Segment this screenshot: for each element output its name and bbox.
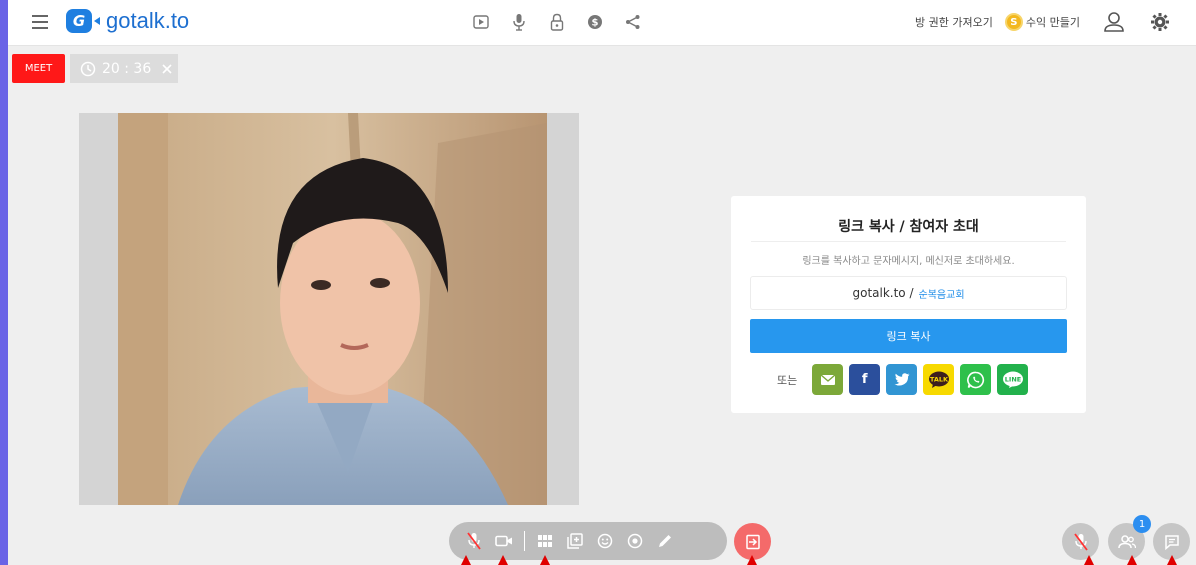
facebook-share-button[interactable]: f — [849, 364, 881, 395]
link-room-name: 순복음교회 — [918, 289, 965, 301]
camera-button[interactable] — [489, 526, 519, 556]
whatsapp-icon — [966, 371, 984, 388]
svg-text:$: $ — [592, 18, 599, 29]
close-icon[interactable] — [161, 63, 173, 75]
gear-icon[interactable] — [1148, 10, 1172, 34]
grid-layout-button[interactable] — [530, 526, 560, 556]
pen-icon — [659, 535, 671, 547]
room-link-field[interactable]: gotalk.to / 순복음교회 — [750, 276, 1067, 310]
participant-count-badge: 1 — [1133, 515, 1151, 533]
annotation-arrow — [746, 555, 758, 565]
invite-card: 링크 복사 / 참여자 초대 링크를 복사하고 문자메시지, 메신저로 초대하세… — [731, 196, 1086, 413]
user-icon[interactable] — [1102, 10, 1126, 34]
call-controls-toolbar — [449, 522, 727, 560]
draw-button[interactable] — [650, 526, 680, 556]
annotation-arrow — [460, 555, 472, 565]
twitter-icon — [894, 373, 910, 386]
add-screen-button[interactable] — [560, 526, 590, 556]
meet-tag: MEET — [12, 54, 65, 83]
line-share-button[interactable]: LINE — [997, 364, 1029, 395]
top-right-menu: 방 권한 가져오기 S 수익 만들기 — [915, 10, 1172, 34]
emoji-icon — [597, 533, 613, 549]
top-bar: G gotalk.to $ 방 권한 가져오기 S 수익 만들기 — [8, 0, 1196, 46]
facebook-icon: f — [861, 372, 868, 387]
participants-icon — [1117, 534, 1136, 548]
coin-icon: S — [1004, 13, 1023, 31]
get-permission-link[interactable]: 방 권한 가져오기 — [915, 14, 993, 30]
mic-off-icon — [467, 532, 481, 550]
copy-link-button[interactable]: 링크 복사 — [750, 319, 1067, 353]
annotation-arrow — [497, 555, 509, 565]
make-revenue-link[interactable]: 수익 만들기 — [1026, 14, 1080, 30]
exit-icon — [745, 534, 760, 549]
top-center-icons: $ — [470, 11, 644, 33]
mute-mic-button[interactable] — [459, 526, 489, 556]
meeting-timer: 20 : 36 — [70, 54, 178, 83]
record-icon — [627, 533, 643, 549]
annotation-arrow — [1126, 555, 1138, 565]
invite-description: 링크를 복사하고 문자메시지, 메신저로 초대하세요. — [802, 256, 1015, 267]
logo-text: gotalk.to — [106, 8, 190, 33]
email-icon — [820, 374, 835, 385]
emoji-button[interactable] — [590, 526, 620, 556]
lock-icon[interactable] — [546, 11, 568, 33]
kakaotalk-icon: TALK — [930, 375, 949, 383]
record-button[interactable] — [620, 526, 650, 556]
camera-icon — [495, 535, 512, 547]
chat-icon — [1164, 534, 1179, 550]
microphone-icon[interactable] — [508, 11, 530, 33]
clock-icon — [80, 61, 96, 76]
logo-mark-icon: G — [66, 9, 100, 33]
or-label: 또는 — [777, 373, 798, 387]
logo[interactable]: G gotalk.to — [66, 8, 189, 34]
twitter-share-button[interactable] — [886, 364, 918, 395]
menu-icon[interactable] — [32, 15, 48, 29]
annotation-arrow — [539, 555, 551, 565]
divider — [751, 241, 1066, 242]
kakaotalk-share-button[interactable]: TALK — [923, 364, 955, 395]
grid-icon — [538, 535, 552, 547]
timer-text: 20 : 36 — [102, 60, 152, 77]
email-share-button[interactable] — [812, 364, 844, 395]
toolbar-separator — [524, 531, 525, 551]
video-tile[interactable] — [79, 113, 579, 505]
participant-video-image — [118, 113, 547, 505]
annotation-arrow — [1083, 555, 1095, 565]
add-screen-icon — [567, 533, 583, 549]
mic-off-icon — [1073, 532, 1088, 551]
share-buttons-row: 또는 f TALK LINE — [777, 364, 1034, 395]
share-icon[interactable] — [622, 11, 644, 33]
annotation-arrow — [1166, 555, 1178, 565]
app-frame: G gotalk.to $ 방 권한 가져오기 S 수익 만들기 MEET 20… — [8, 0, 1196, 565]
line-icon: LINE — [1005, 375, 1021, 383]
invite-title: 링크 복사 / 참여자 초대 — [838, 219, 979, 235]
whatsapp-share-button[interactable] — [960, 364, 992, 395]
link-domain: gotalk.to / — [852, 286, 914, 300]
play-icon[interactable] — [470, 11, 492, 33]
dollar-icon[interactable]: $ — [584, 11, 606, 33]
